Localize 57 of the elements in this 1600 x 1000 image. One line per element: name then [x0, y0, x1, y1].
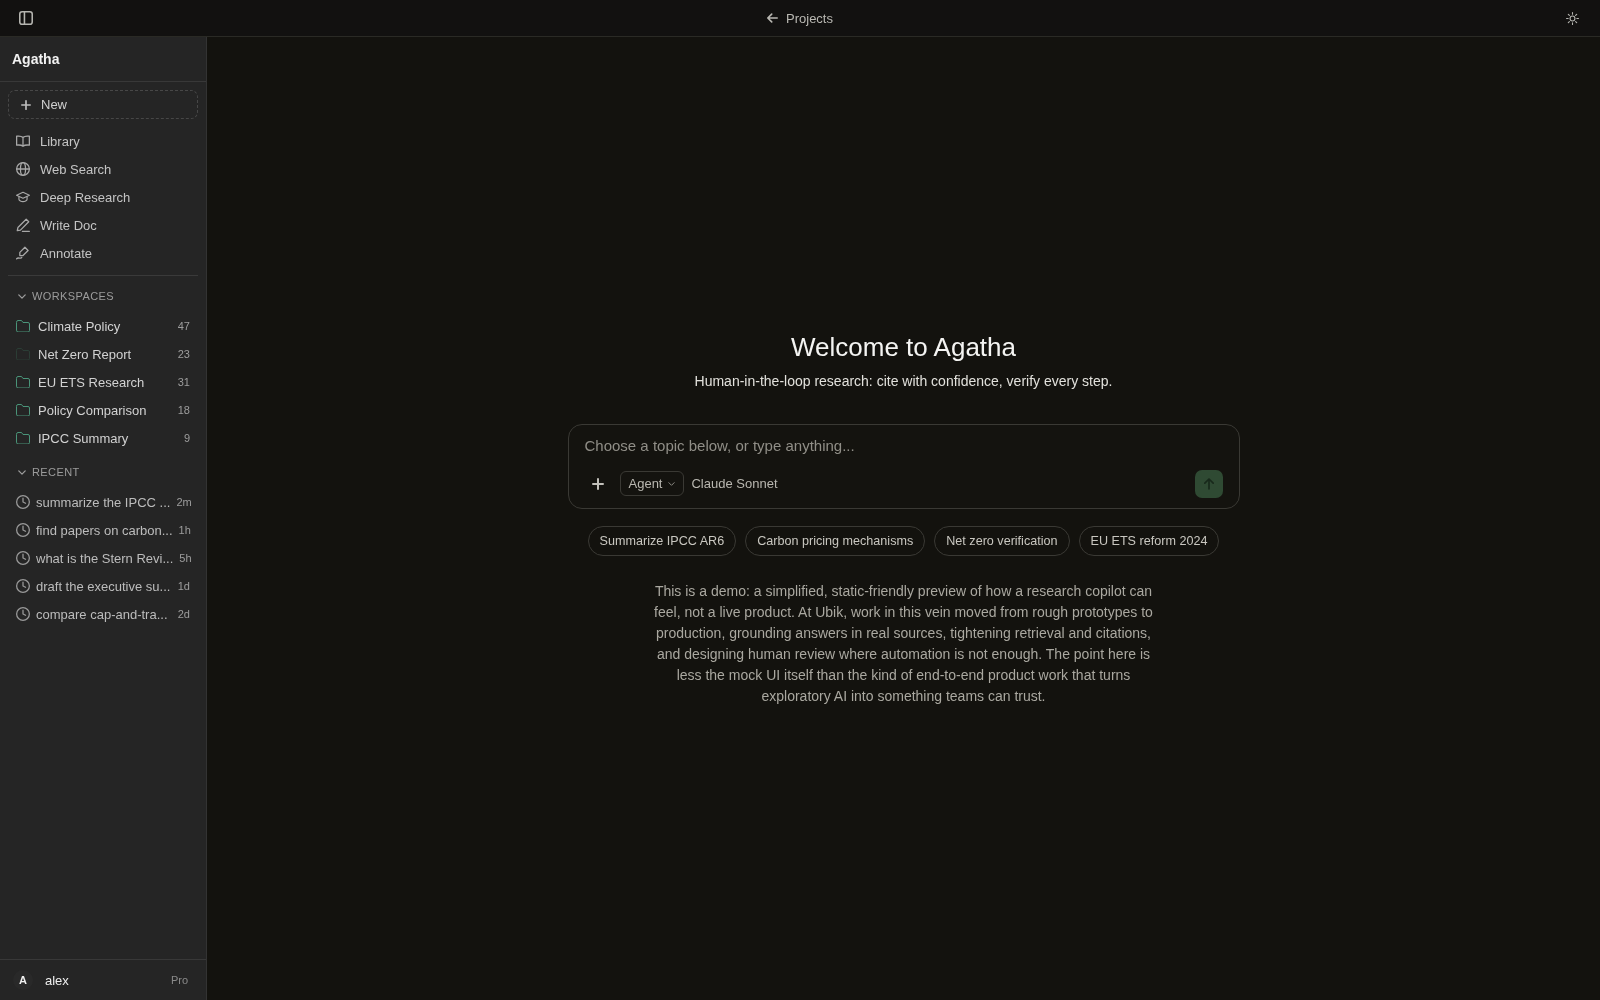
workspace-item[interactable]: Policy Comparison 18	[8, 396, 198, 424]
item-count: 18	[177, 404, 190, 416]
model-selector[interactable]: Claude Sonnet	[687, 476, 782, 491]
user-name: alex	[45, 972, 69, 988]
clock-icon	[16, 607, 30, 621]
plus-icon	[21, 99, 31, 110]
app-title: Agatha	[12, 51, 60, 67]
item-time: 5h	[179, 552, 192, 564]
item-count: 9	[183, 432, 190, 444]
demo-note: This is a demo: a simplified, static-friendly preview of how a research copilot can feel, not a live product. At Ubik, work in this vein moved from rough prototypes to production, grounding answers in real sources, tightening retrieval and citations, and designing human review where automation is not enough. The point here is less the mock UI itself than the kind of end-to-end product work that turns exploratory AI into something teams can trust.	[653, 581, 1154, 706]
clock-icon	[16, 495, 30, 509]
workspace-item[interactable]: IPCC Summary 9	[8, 424, 198, 452]
nav-item[interactable]: Deep Research	[8, 183, 198, 211]
tagline: Human-in-the-loop research: cite with confidence, verify every step.	[694, 371, 1113, 391]
workspace-item[interactable]: EU ETS Research 31	[8, 368, 198, 396]
arrow-up-icon	[1203, 477, 1214, 490]
new-button[interactable]: New	[8, 90, 198, 119]
plus-icon	[591, 477, 604, 490]
welcome-title: Welcome to Agatha	[791, 330, 1016, 363]
nav-item[interactable]: Annotate	[8, 239, 198, 267]
workspace-item[interactable]: Net Zero Report 23	[8, 340, 198, 368]
graduation-cap-icon	[16, 190, 30, 204]
recent-item[interactable]: compare cap-and-tra... 2d	[8, 600, 198, 628]
item-time: 2m	[176, 496, 192, 508]
plan-label: Pro	[170, 974, 188, 986]
section-header[interactable]: RECENT	[8, 460, 90, 484]
clock-icon	[16, 551, 30, 565]
nav-item[interactable]: Library	[8, 127, 198, 155]
message-input[interactable]: Choose a topic below, or type anything...	[584, 434, 1223, 457]
avatar: A	[13, 970, 33, 990]
recent-item[interactable]: what is the Stern Revi... 5h	[8, 544, 198, 572]
clock-icon	[16, 579, 30, 593]
workspace-item[interactable]: Climate Policy 47	[8, 312, 198, 340]
back-link[interactable]: Projects	[763, 7, 837, 29]
pen-icon	[16, 246, 30, 260]
recent-item[interactable]: find papers on carbon... 1h	[8, 516, 198, 544]
globe-icon	[16, 162, 30, 176]
recent-item[interactable]: draft the executive su... 1d	[8, 572, 198, 600]
book-icon	[16, 134, 30, 148]
panel-icon	[19, 11, 33, 25]
arrow-left-icon	[767, 13, 778, 23]
recent-item[interactable]: summarize the IPCC ... 2m	[8, 488, 198, 516]
item-time: 1h	[178, 524, 191, 536]
item-time: 2d	[177, 608, 190, 620]
item-time: 1d	[177, 580, 190, 592]
item-count: 47	[177, 320, 190, 332]
sun-icon	[1566, 11, 1579, 25]
clock-icon	[16, 523, 30, 537]
pencil-icon	[16, 218, 30, 232]
item-count: 31	[177, 376, 190, 388]
section-header[interactable]: WORKSPACES	[8, 284, 125, 308]
nav-item[interactable]: Write Doc	[8, 211, 198, 239]
item-count: 23	[177, 348, 190, 360]
nav-item[interactable]: Web Search	[8, 155, 198, 183]
mode-dropdown[interactable]: Agent	[619, 471, 685, 496]
sidebar-toggle-button[interactable]	[16, 8, 36, 28]
caret-icon	[668, 481, 676, 486]
